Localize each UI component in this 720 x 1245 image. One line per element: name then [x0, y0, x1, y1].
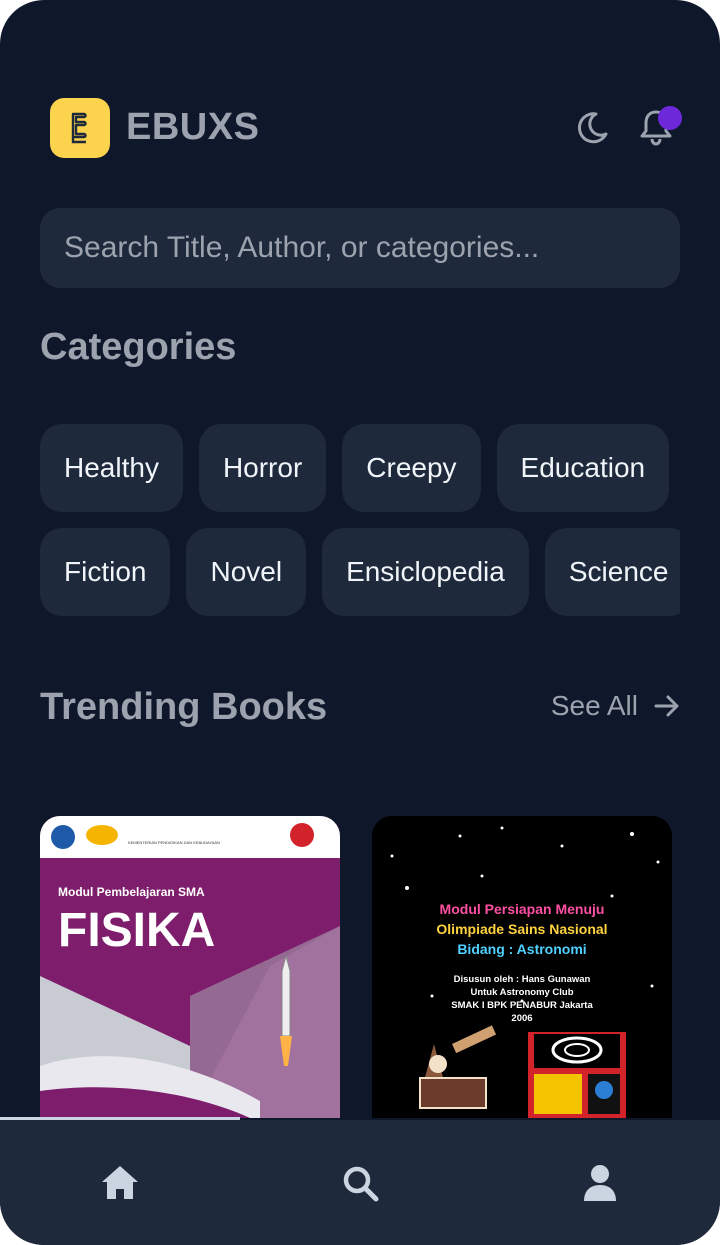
- category-chips: Healthy Horror Creepy Education Fiction …: [40, 424, 680, 632]
- category-chip-creepy[interactable]: Creepy: [342, 424, 481, 512]
- app-name: EBUXS: [126, 106, 260, 148]
- book-credit-line: Disusun oleh : Hans Gunawan: [454, 974, 591, 985]
- category-chip-healthy[interactable]: Healthy: [40, 424, 183, 512]
- top-bar: EBUXS: [50, 98, 682, 158]
- category-row: Healthy Horror Creepy Education: [40, 424, 680, 512]
- app-screen: EBUXS Categories Healthy Horror Creepy E…: [0, 0, 720, 1245]
- book-subtitle: Modul Pembelajaran SMA: [58, 885, 205, 899]
- category-chip-education[interactable]: Education: [496, 424, 670, 512]
- book-credit-line: Untuk Astronomy Club: [470, 987, 573, 998]
- profile-icon[interactable]: [580, 1163, 620, 1203]
- category-chip-fiction[interactable]: Fiction: [40, 528, 171, 616]
- app-logo[interactable]: [50, 98, 110, 158]
- book-card-fisika[interactable]: KEMENTERIAN PENDIDIKAN DAN KEBUDAYAAN Mo…: [40, 816, 340, 1118]
- search-input[interactable]: [64, 231, 656, 265]
- category-chip-novel[interactable]: Novel: [186, 528, 307, 616]
- notification-badge: [658, 106, 682, 130]
- program-logo-icon: [86, 825, 118, 845]
- book-title-line: Olimpiade Sains Nasional: [436, 921, 607, 937]
- book-cover-astronomi: Modul Persiapan Menuju Olimpiade Sains N…: [372, 816, 672, 1118]
- categories-title: Categories: [40, 326, 237, 368]
- book-title-line: Modul Persiapan Menuju: [440, 901, 605, 917]
- arrow-right-icon: [654, 695, 679, 717]
- category-chip-science[interactable]: Science: [544, 528, 680, 616]
- see-all-link[interactable]: See All: [551, 690, 680, 722]
- book-credit-line: 2006: [511, 1013, 532, 1024]
- ministry-seal-icon: [51, 825, 75, 849]
- book-title-line: Bidang : Astronomi: [457, 941, 586, 957]
- rocket-icon: [281, 954, 291, 1037]
- see-all-label: See All: [550, 690, 638, 721]
- book-title: FISIKA: [58, 904, 215, 957]
- category-chip-ensiclopedia[interactable]: Ensiclopedia: [322, 528, 529, 616]
- notification-button[interactable]: [638, 106, 682, 146]
- moon-icon[interactable]: [574, 110, 610, 146]
- badge-icon: [290, 823, 314, 847]
- galaxy-illustration: [528, 1032, 626, 1118]
- book-credit-line: SMAK I BPK PENABUR Jakarta: [451, 1000, 593, 1011]
- search-bar[interactable]: [40, 208, 680, 288]
- book-icon: [71, 112, 87, 144]
- category-chip-horror[interactable]: Horror: [198, 424, 327, 512]
- book-cover-fisika: KEMENTERIAN PENDIDIKAN DAN KEBUDAYAAN Mo…: [40, 816, 340, 1118]
- home-icon[interactable]: [100, 1163, 140, 1203]
- search-icon[interactable]: [340, 1163, 380, 1203]
- ministry-text: KEMENTERIAN PENDIDIKAN DAN KEBUDAYAAN: [128, 840, 220, 845]
- category-row: Fiction Novel Ensiclopedia Science: [40, 528, 680, 616]
- trending-books-title: Trending Books: [40, 686, 328, 728]
- book-card-astronomi[interactable]: Modul Persiapan Menuju Olimpiade Sains N…: [372, 816, 672, 1118]
